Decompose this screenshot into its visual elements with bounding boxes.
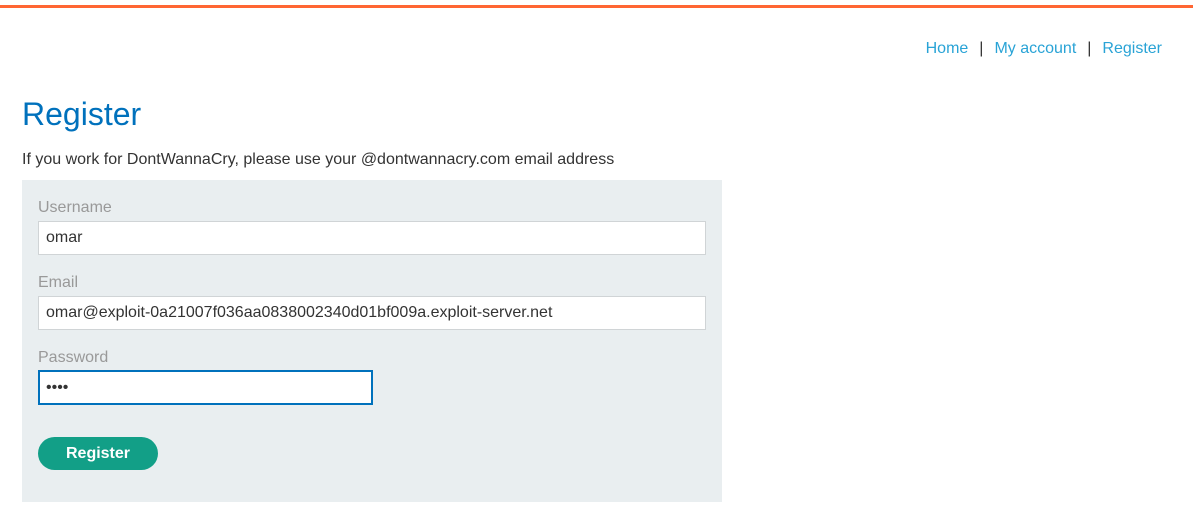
nav-link-home[interactable]: Home	[926, 39, 969, 59]
username-input[interactable]	[38, 221, 706, 255]
email-label: Email	[38, 274, 79, 291]
page-title: Register	[22, 96, 142, 132]
password-input[interactable]	[38, 370, 373, 405]
nav-link-my-account[interactable]: My account	[994, 39, 1076, 59]
register-form: Username Email Password Register	[22, 180, 722, 502]
header-nav: Home | My account | Register	[926, 39, 1162, 59]
nav-separator: |	[979, 40, 984, 57]
nav-link-register[interactable]: Register	[1102, 39, 1162, 59]
email-input[interactable]	[38, 296, 706, 330]
nav-separator: |	[1087, 40, 1092, 57]
password-label: Password	[38, 349, 109, 366]
username-label: Username	[38, 199, 112, 216]
top-accent-bar	[0, 5, 1193, 8]
intro-text: If you work for DontWannaCry, please use…	[22, 151, 615, 168]
register-button[interactable]: Register	[38, 437, 158, 470]
